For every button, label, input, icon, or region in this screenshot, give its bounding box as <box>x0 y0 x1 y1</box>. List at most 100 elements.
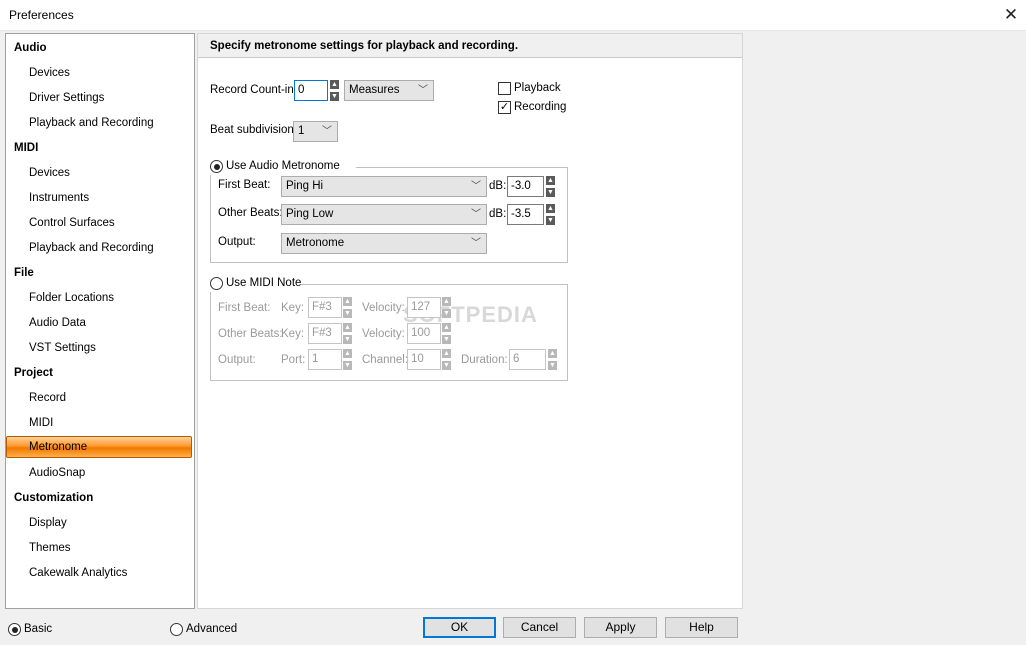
help-button[interactable]: Help <box>665 617 738 638</box>
category-customization[interactable]: Customization <box>14 492 93 504</box>
chevron-down-icon: ﹀ <box>418 85 428 96</box>
title-bar: Preferences ✕ <box>0 0 1026 31</box>
beat-subdivision-value: 1 <box>298 125 305 137</box>
midi-other-key-label: Key: <box>281 328 305 340</box>
record-countin-input[interactable]: 0 <box>294 80 328 101</box>
basic-label: Basic <box>24 623 53 635</box>
category-audio[interactable]: Audio <box>14 42 47 54</box>
chevron-down-icon: ﹀ <box>471 209 481 220</box>
close-icon[interactable]: ✕ <box>1000 4 1022 26</box>
midi-first-key-spin-icon[interactable]: ▲ ▼ <box>343 297 352 318</box>
midi-other-velocity-spin-icon[interactable]: ▲ ▼ <box>442 323 451 344</box>
advanced-label: Advanced <box>186 623 238 635</box>
first-beat-db-spin-icon[interactable]: ▲ ▼ <box>546 176 555 197</box>
first-db-label: dB: <box>489 180 507 192</box>
beat-subdivision-label: Beat subdivision: <box>210 124 297 136</box>
tree-item-cakewalk-analytics[interactable]: Cakewalk Analytics <box>29 567 127 579</box>
midi-first-key-input[interactable]: F#3 <box>308 297 342 318</box>
first-beat-label: First Beat: <box>218 179 271 191</box>
category-file[interactable]: File <box>14 267 34 279</box>
tree-item-audio-data[interactable]: Audio Data <box>29 317 86 329</box>
midi-other-velocity-input[interactable]: 100 <box>407 323 441 344</box>
first-beat-sound-select[interactable]: Ping Hi ﹀ <box>281 176 487 197</box>
other-beats-sound-select[interactable]: Ping Low ﹀ <box>281 204 487 225</box>
record-countin-spin-icon[interactable]: ▲ ▼ <box>330 80 339 101</box>
record-countin-label: Record Count-in: <box>210 84 297 96</box>
tree-item-audio-playback-recording[interactable]: Playback and Recording <box>29 117 154 129</box>
tree-item-vst-settings[interactable]: VST Settings <box>29 342 96 354</box>
tree-item-record[interactable]: Record <box>29 392 66 404</box>
midi-output-label: Output: <box>218 354 256 366</box>
countin-unit-select[interactable]: Measures ﹀ <box>344 80 434 101</box>
chevron-down-icon: ﹀ <box>471 181 481 192</box>
cancel-button[interactable]: Cancel <box>503 617 576 638</box>
window-title: Preferences <box>9 8 74 22</box>
tree-item-control-surfaces[interactable]: Control Surfaces <box>29 217 115 229</box>
first-beat-sound-value: Ping Hi <box>286 180 324 192</box>
midi-first-velocity-spin-icon[interactable]: ▲ ▼ <box>442 297 451 318</box>
midi-first-beat-label: First Beat: <box>218 302 271 314</box>
other-beats-sound-value: Ping Low <box>286 208 334 220</box>
midi-channel-input[interactable]: 10 <box>407 349 441 370</box>
midi-note-legend: Use MIDI Note <box>208 276 302 292</box>
midi-port-input[interactable]: 1 <box>308 349 342 370</box>
midi-other-velocity-label: Velocity: <box>362 328 405 340</box>
tree-item-midi-devices[interactable]: Devices <box>29 167 70 179</box>
recording-checkbox[interactable]: ✓ <box>498 101 511 114</box>
tree-item-metronome[interactable]: Metronome <box>6 436 192 458</box>
midi-first-velocity-label: Velocity: <box>362 302 405 314</box>
beat-subdivision-select[interactable]: 1 ﹀ <box>293 121 338 142</box>
tree-item-project-midi[interactable]: MIDI <box>29 417 53 429</box>
midi-other-key-input[interactable]: F#3 <box>308 323 342 344</box>
other-beats-db-spin-icon[interactable]: ▲ ▼ <box>546 204 555 225</box>
basic-radio[interactable] <box>8 623 21 636</box>
output-select[interactable]: Metronome ﹀ <box>281 233 487 254</box>
recording-label: Recording <box>514 101 567 113</box>
tree-item-audiosnap[interactable]: AudioSnap <box>29 467 85 479</box>
use-midi-note-radio[interactable] <box>210 277 223 290</box>
advanced-radio[interactable] <box>170 623 183 636</box>
midi-port-spin-icon[interactable]: ▲ ▼ <box>343 349 352 370</box>
tree-item-instruments[interactable]: Instruments <box>29 192 89 204</box>
first-beat-db-input[interactable]: -3.0 <box>507 176 544 197</box>
panel-header: Specify metronome settings for playback … <box>198 34 742 58</box>
midi-duration-spin-icon[interactable]: ▲ ▼ <box>548 349 557 370</box>
tree-item-folder-locations[interactable]: Folder Locations <box>29 292 114 304</box>
tree-item-audio-devices[interactable]: Devices <box>29 67 70 79</box>
midi-other-key-spin-icon[interactable]: ▲ ▼ <box>343 323 352 344</box>
use-audio-metronome-label: Use Audio Metronome <box>226 160 340 172</box>
midi-first-key-label: Key: <box>281 302 305 314</box>
checkmark-icon: ✓ <box>499 101 510 113</box>
apply-button[interactable]: Apply <box>584 617 657 638</box>
midi-other-beats-label: Other Beats: <box>218 328 283 340</box>
category-project[interactable]: Project <box>14 367 53 379</box>
other-beats-label: Other Beats: <box>218 207 283 219</box>
settings-panel: Specify metronome settings for playback … <box>197 33 743 609</box>
midi-port-label: Port: <box>281 354 306 366</box>
midi-channel-spin-icon[interactable]: ▲ ▼ <box>442 349 451 370</box>
midi-duration-label: Duration: <box>461 354 508 366</box>
use-midi-note-label: Use MIDI Note <box>226 277 302 289</box>
midi-duration-input[interactable]: 6 <box>509 349 546 370</box>
chevron-down-icon: ﹀ <box>471 238 481 249</box>
tree-item-display[interactable]: Display <box>29 517 67 529</box>
category-midi[interactable]: MIDI <box>14 142 38 154</box>
audio-metronome-legend: Use Audio Metronome <box>208 159 356 175</box>
category-tree: Audio Devices Driver Settings Playback a… <box>5 33 195 609</box>
output-value: Metronome <box>286 237 345 249</box>
other-beats-db-input[interactable]: -3.5 <box>507 204 544 225</box>
output-label: Output: <box>218 236 256 248</box>
tree-item-midi-playback-recording[interactable]: Playback and Recording <box>29 242 154 254</box>
panel-description: Specify metronome settings for playback … <box>210 40 519 52</box>
tree-item-themes[interactable]: Themes <box>29 542 71 554</box>
ok-button[interactable]: OK <box>423 617 496 638</box>
other-db-label: dB: <box>489 208 507 220</box>
playback-label: Playback <box>514 82 561 94</box>
chevron-down-icon: ﹀ <box>322 126 332 137</box>
countin-unit-value: Measures <box>349 84 400 96</box>
midi-channel-label: Channel: <box>362 354 409 366</box>
tree-item-driver-settings[interactable]: Driver Settings <box>29 92 104 104</box>
midi-first-velocity-input[interactable]: 127 <box>407 297 441 318</box>
use-audio-metronome-radio[interactable] <box>210 160 223 173</box>
playback-checkbox[interactable] <box>498 82 511 95</box>
